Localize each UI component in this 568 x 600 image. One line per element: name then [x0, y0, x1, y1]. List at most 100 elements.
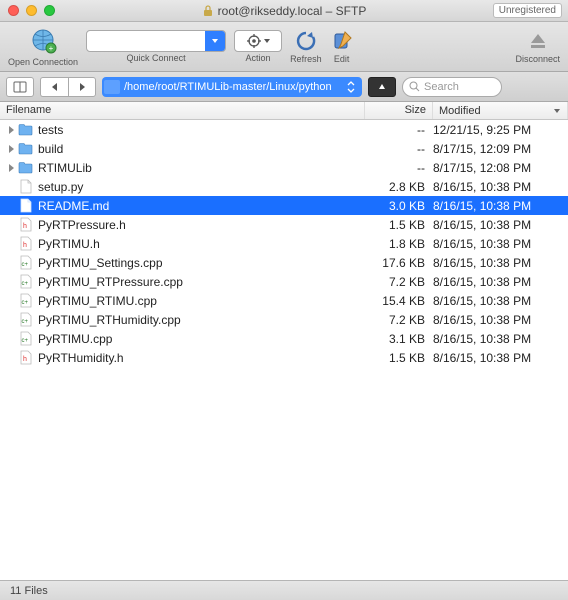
quick-connect-combo[interactable] [86, 30, 226, 52]
disconnect-button[interactable]: Disconnect [515, 29, 560, 64]
statusbar: 11 Files [0, 580, 568, 600]
file-row[interactable]: hPyRTPressure.h1.5 KB8/16/15, 10:38 PM [0, 215, 568, 234]
col-modified[interactable]: Modified [433, 102, 568, 119]
file-name: PyRTIMU_RTPressure.cpp [38, 275, 365, 289]
file-modified: 8/16/15, 10:38 PM [433, 180, 568, 194]
col-filename[interactable]: Filename [0, 102, 365, 119]
file-type-icon: h [18, 350, 33, 365]
pencil-icon [330, 29, 354, 53]
forward-button[interactable] [68, 77, 96, 97]
unregistered-badge[interactable]: Unregistered [493, 3, 562, 18]
file-size: -- [365, 161, 433, 175]
history-nav [40, 77, 96, 97]
file-row[interactable]: c+PyRTIMU_RTIMU.cpp15.4 KB8/16/15, 10:38… [0, 291, 568, 310]
column-headers: Filename Size Modified [0, 102, 568, 120]
svg-text:c+: c+ [22, 281, 29, 287]
file-modified: 8/16/15, 10:38 PM [433, 199, 568, 213]
disclosure-triangle-icon[interactable] [6, 125, 16, 135]
col-modified-label: Modified [439, 105, 481, 117]
file-row[interactable]: setup.py2.8 KB8/16/15, 10:38 PM [0, 177, 568, 196]
toolbar: + Open Connection Quick Connect Action R… [0, 22, 568, 72]
file-name: build [38, 142, 365, 156]
file-name: README.md [38, 199, 365, 213]
path-combo[interactable]: /home/root/RTIMULib-master/Linux/python [102, 77, 362, 97]
file-row[interactable]: RTIMULib--8/17/15, 12:08 PM [0, 158, 568, 177]
bookmarks-button[interactable] [6, 77, 34, 97]
eject-icon [526, 29, 550, 53]
file-size: -- [365, 142, 433, 156]
file-name: tests [38, 123, 365, 137]
svg-text:+: + [49, 44, 54, 53]
chevron-up-down-icon[interactable] [344, 81, 358, 93]
col-size[interactable]: Size [365, 102, 433, 119]
file-modified: 8/16/15, 10:38 PM [433, 294, 568, 308]
file-listing[interactable]: tests--12/21/15, 9:25 PMbuild--8/17/15, … [0, 120, 568, 580]
file-size: 7.2 KB [365, 313, 433, 327]
up-button[interactable] [368, 77, 396, 97]
open-connection-label: Open Connection [8, 57, 78, 67]
file-row[interactable]: build--8/17/15, 12:09 PM [0, 139, 568, 158]
file-size: 1.5 KB [365, 218, 433, 232]
svg-text:h: h [23, 223, 27, 230]
dropdown-icon[interactable] [205, 31, 225, 51]
chevron-down-icon [264, 38, 270, 44]
path-text: /home/root/RTIMULib-master/Linux/python [124, 81, 344, 93]
svg-text:c+: c+ [22, 338, 29, 344]
gear-icon [247, 34, 261, 48]
file-row[interactable]: hPyRTIMU.h1.8 KB8/16/15, 10:38 PM [0, 234, 568, 253]
disclosure-triangle-icon[interactable] [6, 163, 16, 173]
file-type-icon [18, 141, 33, 156]
file-row[interactable]: hPyRTHumidity.h1.5 KB8/16/15, 10:38 PM [0, 348, 568, 367]
back-button[interactable] [40, 77, 68, 97]
file-name: PyRTIMU.cpp [38, 332, 365, 346]
file-type-icon: c+ [18, 331, 33, 346]
file-modified: 8/17/15, 12:09 PM [433, 142, 568, 156]
edit-button[interactable]: Edit [330, 29, 354, 64]
file-modified: 12/21/15, 9:25 PM [433, 123, 568, 137]
file-type-icon [18, 179, 33, 194]
file-type-icon: h [18, 217, 33, 232]
file-type-icon [18, 160, 33, 175]
file-modified: 8/16/15, 10:38 PM [433, 275, 568, 289]
file-type-icon [18, 198, 33, 213]
file-name: setup.py [38, 180, 365, 194]
search-placeholder: Search [424, 81, 459, 93]
file-row[interactable]: README.md3.0 KB8/16/15, 10:38 PM [0, 196, 568, 215]
search-input[interactable]: Search [402, 77, 502, 97]
file-type-icon: c+ [18, 293, 33, 308]
file-row[interactable]: tests--12/21/15, 9:25 PM [0, 120, 568, 139]
titlebar: root@rikseddy.local – SFTP Unregistered [0, 0, 568, 22]
window-title-text: root@rikseddy.local – SFTP [218, 4, 367, 18]
file-size: 1.5 KB [365, 351, 433, 365]
lock-icon [202, 5, 214, 17]
file-type-icon: h [18, 236, 33, 251]
file-row[interactable]: c+PyRTIMU_RTPressure.cpp7.2 KB8/16/15, 1… [0, 272, 568, 291]
globe-icon: + [28, 26, 58, 56]
svg-text:c+: c+ [22, 262, 29, 268]
file-type-icon: c+ [18, 274, 33, 289]
sort-desc-icon [553, 107, 561, 115]
file-row[interactable]: c+ PyRTIMU_RTHumidity.cpp7.2 KB8/16/15, 1… [0, 310, 568, 329]
refresh-button[interactable]: Refresh [290, 29, 322, 64]
file-size: -- [365, 123, 433, 137]
disclosure-triangle-icon[interactable] [6, 144, 16, 154]
svg-text:c+: c+ [22, 319, 29, 325]
file-size: 3.1 KB [365, 332, 433, 346]
file-type-icon [18, 122, 33, 137]
file-size: 1.8 KB [365, 237, 433, 251]
book-icon [13, 81, 27, 93]
file-row[interactable]: c+PyRTIMU_Settings.cpp17.6 KB8/16/15, 10… [0, 253, 568, 272]
file-modified: 8/16/15, 10:38 PM [433, 237, 568, 251]
refresh-label: Refresh [290, 54, 322, 64]
file-name: PyRTIMU_RTHumidity.cpp [38, 313, 365, 327]
file-modified: 8/16/15, 10:38 PM [433, 256, 568, 270]
file-modified: 8/16/15, 10:38 PM [433, 351, 568, 365]
open-connection-button[interactable]: + Open Connection [8, 26, 78, 67]
file-count: 11 Files [10, 585, 48, 597]
action-button[interactable]: Action [234, 30, 282, 63]
file-modified: 8/16/15, 10:38 PM [433, 313, 568, 327]
file-type-icon: c+ [18, 312, 33, 327]
file-size: 3.0 KB [365, 199, 433, 213]
file-row[interactable]: c+PyRTIMU.cpp3.1 KB8/16/15, 10:38 PM [0, 329, 568, 348]
refresh-icon [294, 29, 318, 53]
